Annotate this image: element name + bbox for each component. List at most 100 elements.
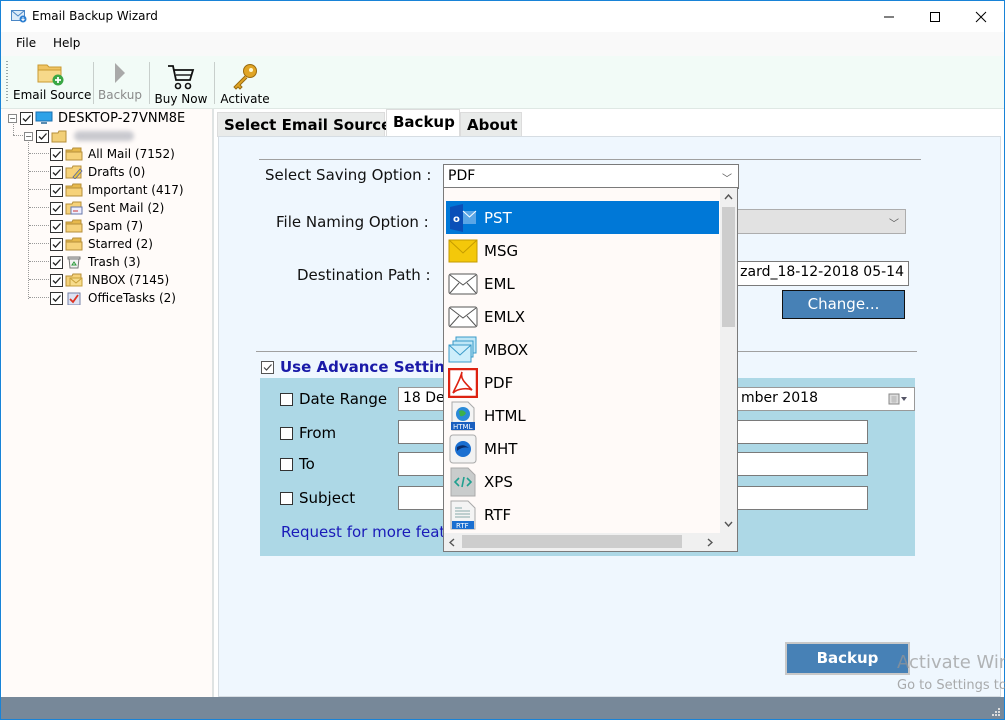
date-range-row[interactable]: Date Range [280, 390, 387, 408]
tree-folder-item[interactable]: Sent Mail (2) [50, 199, 164, 217]
dropdown-horizontal-thumb[interactable] [462, 535, 682, 548]
checkbox-checked[interactable] [50, 201, 63, 215]
resize-grip-icon[interactable] [991, 707, 1001, 717]
option-label: EML [484, 274, 515, 293]
tree-root-computer[interactable]: − DESKTOP-27VNM8E [8, 109, 185, 127]
msg-envelope-icon [448, 236, 478, 266]
advance-settings-toggle[interactable]: Use Advance Settings [261, 358, 465, 376]
checkbox-checked[interactable] [50, 183, 63, 197]
computer-icon [35, 111, 53, 124]
backup-toolbar-button[interactable]: Backup [97, 58, 143, 106]
scroll-down-icon[interactable] [724, 521, 733, 527]
tree-folder-item[interactable]: OfficeTasks (2) [50, 289, 176, 307]
dropdown-vertical-thumb[interactable] [722, 207, 735, 327]
maximize-button[interactable] [912, 1, 958, 32]
checkbox-checked[interactable] [50, 219, 63, 233]
rtf-icon: RTF [448, 500, 478, 530]
minimize-icon [884, 16, 894, 17]
dropdown-option-html[interactable]: HTML HTML [446, 399, 719, 432]
close-button[interactable] [958, 1, 1004, 32]
tab-backup[interactable]: Backup [386, 109, 460, 137]
activate-button[interactable]: Activate [218, 62, 272, 110]
file-naming-label: File Naming Option : [276, 213, 429, 231]
tree-folder-item[interactable]: Starred (2) [50, 235, 153, 253]
scroll-left-icon[interactable] [449, 538, 455, 547]
backup-button[interactable]: Backup [785, 642, 910, 675]
scroll-right-icon[interactable] [707, 538, 713, 547]
dropdown-option-mbox[interactable]: MBOX [446, 333, 719, 366]
dropdown-option-emlx[interactable]: EMLX [446, 300, 719, 333]
tree-folder-item[interactable]: Spam (7) [50, 217, 143, 235]
advance-settings-label: Use Advance Settings [280, 358, 465, 376]
folder-label: Trash (3) [88, 255, 141, 269]
window-title: Email Backup Wizard [32, 9, 158, 23]
checkbox-checked[interactable] [20, 111, 33, 125]
dropdown-vertical-scrollbar[interactable] [720, 188, 737, 533]
scroll-up-icon[interactable] [724, 194, 733, 200]
email-source-button[interactable]: Email Source [13, 58, 92, 106]
dropdown-option-rtf[interactable]: RTF RTF [446, 498, 719, 531]
calendar-dropdown-icon[interactable] [888, 393, 908, 405]
buy-now-label: Buy Now [154, 92, 208, 106]
dropdown-option-pst[interactable]: o PST [446, 201, 719, 234]
to-row[interactable]: To [280, 455, 315, 473]
dropdown-option-xps[interactable]: XPS [446, 465, 719, 498]
collapse-toggle[interactable]: − [24, 131, 33, 141]
folder-label: Starred (2) [88, 237, 153, 251]
svg-text:HTML: HTML [453, 423, 473, 431]
minimize-button[interactable] [866, 1, 912, 32]
request-features-link[interactable]: Request for more feat [281, 523, 445, 541]
checkbox-checked[interactable] [50, 291, 63, 305]
tab-about[interactable]: About [460, 112, 522, 137]
account-folder-icon [51, 130, 67, 143]
checkbox-checked[interactable] [50, 255, 63, 269]
tasks-icon [67, 292, 81, 305]
dropdown-option-eml[interactable]: EML [446, 267, 719, 300]
backup-toolbar-label: Backup [98, 88, 142, 102]
toolbar-grip[interactable] [6, 61, 8, 103]
folder-label: Drafts (0) [88, 165, 146, 179]
option-label: RTF [484, 505, 512, 524]
tree-folder-item[interactable]: INBOX (7145) [50, 271, 169, 289]
toolbar: Email Source Backup Buy Now Activate [1, 56, 1004, 109]
saving-option-select[interactable]: PDF ﹀ [443, 164, 739, 189]
subject-checkbox[interactable] [280, 491, 293, 505]
cart-icon [168, 65, 195, 90]
menu-file[interactable]: File [16, 36, 36, 50]
advance-settings-checkbox[interactable] [261, 360, 274, 374]
date-range-checkbox[interactable] [280, 392, 293, 406]
checkbox-checked[interactable] [50, 147, 63, 161]
dropdown-horizontal-scrollbar[interactable] [444, 533, 737, 551]
option-label: PST [484, 208, 512, 227]
tree-folder-item[interactable]: Important (417) [50, 181, 184, 199]
dropdown-option-mht[interactable]: MHT [446, 432, 719, 465]
menu-help[interactable]: Help [53, 36, 80, 50]
folder-label: INBOX (7145) [88, 273, 170, 287]
from-row[interactable]: From [280, 424, 336, 442]
tree-folder-item[interactable]: All Mail (7152) [50, 145, 175, 163]
checkbox-checked[interactable] [50, 165, 63, 179]
title-bar: Email Backup Wizard [1, 1, 1004, 32]
date-to-value: mber 2018 [741, 390, 818, 406]
checkbox-checked[interactable] [50, 237, 63, 251]
tree-account[interactable]: − [24, 127, 134, 145]
from-checkbox[interactable] [280, 426, 293, 440]
html-icon: HTML [448, 401, 478, 431]
checkbox-checked[interactable] [36, 129, 49, 143]
chevron-down-icon: ﹀ [722, 174, 732, 185]
email-source-label: Email Source [13, 88, 92, 102]
buy-now-button[interactable]: Buy Now [153, 62, 209, 110]
to-checkbox[interactable] [280, 457, 293, 471]
tab-select-email-source[interactable]: Select Email Source [217, 112, 391, 137]
dropdown-option-msg[interactable]: MSG [446, 234, 719, 267]
divider [259, 159, 921, 160]
dropdown-option-pdf[interactable]: PDF [446, 366, 719, 399]
folder-icon [65, 219, 83, 233]
tree-folder-item[interactable]: Drafts (0) [50, 163, 145, 181]
option-label: MBOX [484, 340, 529, 359]
checkbox-checked[interactable] [50, 273, 63, 287]
tree-folder-item[interactable]: Trash (3) [50, 253, 141, 271]
change-button[interactable]: Change... [782, 290, 905, 319]
subject-row[interactable]: Subject [280, 489, 355, 507]
collapse-toggle[interactable]: − [8, 113, 17, 123]
